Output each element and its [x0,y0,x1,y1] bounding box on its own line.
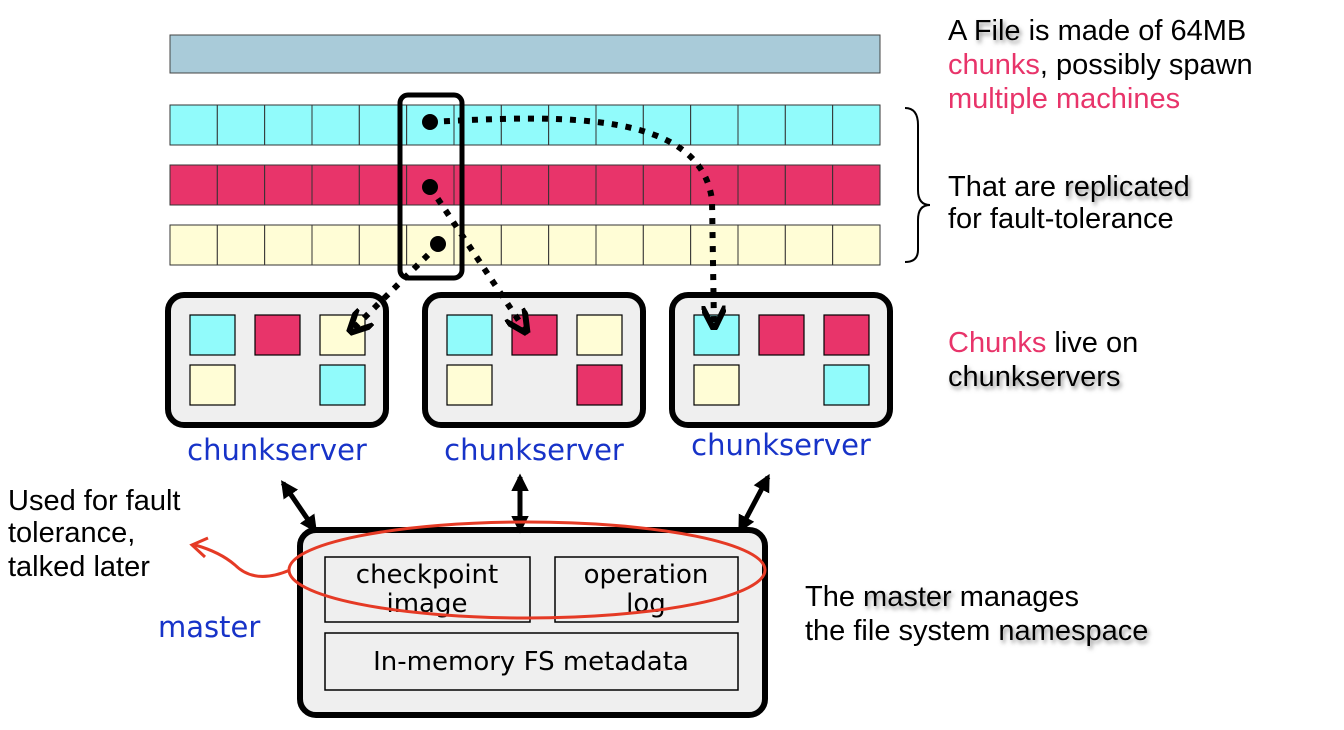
oplog-label-1: operation [584,560,709,590]
chunk-cell-red [548,164,597,206]
chunkserver-1: chunkserver [165,292,389,467]
chunk-yellow [693,364,740,406]
chunk-red [511,314,558,356]
chunk-cell-cyan [832,104,881,146]
chunkserver-label: chunkserver [444,433,624,467]
chunk-cyan [319,364,366,406]
chunk-cell-cyan [548,104,597,146]
chunk-cell-yellow [737,224,786,266]
chunkserver-label: chunkserver [691,428,871,462]
chunk-yellow [319,314,366,356]
note-file: A File is made of 64MB [948,15,1246,47]
chunkservers: chunkserver chunkserver chunkserver [165,292,893,467]
note-fault-2: tolerance, [8,517,135,549]
chunk-cell-red [784,164,834,206]
callout-arrow [194,543,291,578]
chunk-cell-red [216,164,266,206]
chunk-cell-red [690,164,739,206]
note-chunks-live: Chunks live on [948,327,1138,359]
chunk-cell-red [737,164,786,206]
chunk-cyan [446,314,493,356]
chunk-dot-cyan [422,114,438,130]
note-fault-3: talked later [8,551,150,583]
chunk-cell-cyan [264,104,313,146]
chunk-red [254,314,301,356]
chunk-cell-cyan [500,104,550,146]
chunk-cyan [823,364,870,406]
chunk-cell-cyan [311,104,360,146]
chunk-cell-yellow [169,224,218,266]
master-label: master [158,610,260,644]
chunk-yellow [446,364,493,406]
chunk-cell-red [832,164,881,206]
link-arrow-3 [737,473,771,534]
checkpoint-label-1: checkpoint [356,560,498,590]
chunkserver-label: chunkserver [187,433,367,467]
chunk-yellow [189,364,236,406]
chunk-cell-red [311,164,360,206]
chunk-cell-yellow [264,224,313,266]
chunk-red [758,314,805,356]
note-replicated-line2: for fault-tolerance [948,203,1174,235]
chunk-cell-cyan [784,104,834,146]
chunk-cell-red [264,164,313,206]
note-fault-1: Used for fault [8,485,180,517]
note-file-line3: multiple machines [948,83,1180,115]
chunk-cell-yellow [690,224,739,266]
diagram-canvas: chunkserver chunkserver chunkserver checkp… [8,15,1253,718]
note-namespace: the file system namespace [805,615,1148,647]
chunk-cyan [189,314,236,356]
replica-rows [169,104,881,266]
chunk-cell-yellow [595,224,644,266]
chunk-cell-cyan [169,104,218,146]
link-arrow-1 [280,480,318,533]
chunk-cell-yellow [642,224,692,266]
chunkserver-3: chunkserver [669,292,893,462]
chunk-cell-cyan [216,104,266,146]
metadata-label: In-memory FS metadata [373,647,689,677]
chunk-cell-yellow [311,224,360,266]
chunk-cell-red [642,164,692,206]
chunk-cell-yellow [832,224,881,266]
brace [904,107,931,263]
chunk-cell-yellow [784,224,834,266]
chunk-cell-cyan [737,104,786,146]
chunk-cell-yellow [548,224,597,266]
chunk-cell-yellow [216,224,266,266]
chunk-cell-cyan [690,104,739,146]
chunk-red [576,364,623,406]
file-bar [169,34,881,74]
note-file-line2: chunks, possibly spawn [948,49,1253,81]
chunk-red [823,314,870,356]
chunk-yellow [576,314,623,356]
note-master: The master manages [805,581,1079,613]
note-replicated: That are replicated [948,171,1190,203]
chunkserver-2: chunkserver [422,292,646,467]
gfs-architecture-diagram: chunkserver chunkserver chunkserver checkp… [0,0,1344,730]
chunk-dot-red [422,179,438,195]
chunk-cell-red [595,164,644,206]
chunk-dot-yellow [430,236,446,252]
note-chunkservers: chunkservers [948,361,1120,393]
chunk-cell-red [169,164,218,206]
chunk-cell-red [500,164,550,206]
chunk-cell-yellow [500,224,550,266]
